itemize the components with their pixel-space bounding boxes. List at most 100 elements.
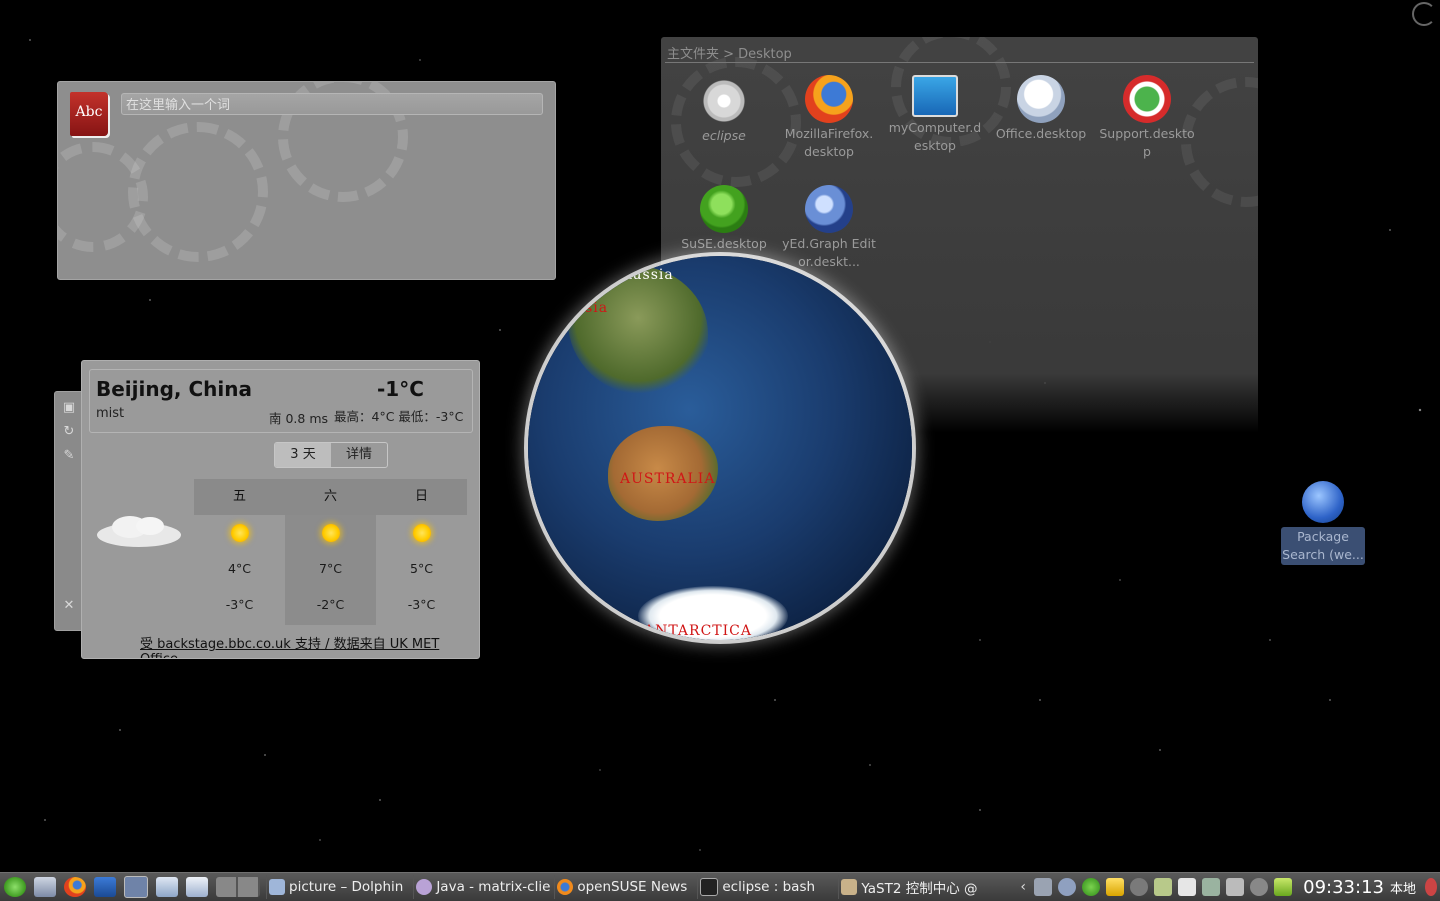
terminal-icon: [700, 878, 719, 896]
yast-icon: [841, 879, 858, 895]
gear-icon: [700, 77, 748, 125]
globe-label-australia: AUSTRALIA: [620, 471, 716, 487]
landmass-asia: [568, 266, 708, 396]
weather-credit-link[interactable]: 受 backstage.bbc.co.uk 支持 / 数据来自 UK MET O…: [140, 633, 479, 658]
forecast-table: 五 4°C -3°C 六 7°C -2°C 日 5°C -3°C: [194, 479, 468, 625]
forecast-low: -3°C: [407, 597, 436, 612]
task-eclipse-bash[interactable]: eclipse : bash: [697, 875, 834, 899]
cloud-icon: [94, 511, 184, 551]
task-opensuse-news[interactable]: openSUSE News: [554, 875, 693, 899]
kickoff-menu-icon[interactable]: [4, 877, 26, 897]
tab-3-days[interactable]: 3 天: [275, 443, 331, 467]
battery-icon[interactable]: [1274, 878, 1293, 896]
decoration: [128, 122, 268, 262]
klipper-icon[interactable]: [1154, 878, 1173, 896]
desktop-icon-office[interactable]: Office.desktop: [993, 75, 1089, 143]
clock[interactable]: 09:33:13: [1303, 877, 1384, 898]
desktop-icon-yed[interactable]: yEd.Graph Editor.deskt...: [781, 185, 877, 271]
task-label: eclipse : bash: [722, 879, 816, 895]
desktop-icon-mycomputer[interactable]: myComputer.desktop: [887, 75, 983, 155]
suse-icon: [700, 185, 748, 233]
icon-label: myComputer.desktop: [888, 120, 982, 153]
forecast-day-label: 六: [285, 479, 376, 515]
support-icon: [1123, 75, 1171, 123]
icon-label: yEd.Graph Editor.deskt...: [782, 236, 876, 269]
task-label: openSUSE News: [577, 879, 688, 895]
blank-icon[interactable]: [1178, 878, 1197, 896]
forecast-day: 六 7°C -2°C: [285, 479, 376, 625]
divider: [665, 62, 1254, 63]
forecast-day: 日 5°C -3°C: [376, 479, 467, 625]
network-manager-icon[interactable]: [1058, 878, 1077, 896]
widget-toolbox: ▣ ↻ ✎ ✕: [54, 391, 84, 631]
firefox-icon[interactable]: [64, 877, 86, 897]
updater-icon[interactable]: [1082, 878, 1101, 896]
yed-icon: [805, 185, 853, 233]
dictionary-book-icon: Abc: [70, 92, 108, 136]
task-yast[interactable]: YaST2 控制中心 @: [838, 875, 987, 899]
desktop-icon-firefox[interactable]: MozillaFirefox.desktop: [781, 75, 877, 161]
chevron-left-icon[interactable]: ‹: [1018, 878, 1028, 896]
java-icon: [416, 879, 433, 895]
pager-icon[interactable]: [216, 877, 260, 897]
sun-icon: [321, 524, 340, 542]
device-icon[interactable]: [1202, 878, 1221, 896]
desktop-icon-package-search[interactable]: Package Search (we...: [1281, 481, 1365, 571]
rpm-globe-icon: [1302, 481, 1344, 523]
volume-icon[interactable]: [1034, 878, 1053, 896]
weather-temperature: -1°C: [377, 377, 424, 401]
mail-icon[interactable]: [186, 877, 208, 897]
pointer-icon[interactable]: [124, 876, 148, 898]
weather-widget: Beijing, China -1°C mist 南 0.8 ms 最高：4°C…: [81, 360, 480, 659]
taskbar: picture – Dolphin Java - matrix-clier op…: [0, 872, 1440, 901]
dictionary-search-input[interactable]: [121, 93, 543, 115]
forecast-high: 5°C: [410, 561, 433, 576]
weather-city: Beijing, China: [96, 377, 252, 401]
task-java[interactable]: Java - matrix-clier: [413, 875, 550, 899]
sun-icon: [412, 524, 431, 542]
desktop-icon-eclipse[interactable]: eclipse: [676, 77, 772, 145]
computer-icon: [912, 75, 958, 117]
globe-label-russia: Russia: [621, 267, 674, 283]
weather-condition: mist: [96, 406, 125, 421]
rotate-icon[interactable]: ↻: [61, 424, 77, 440]
task-dolphin[interactable]: picture – Dolphin: [266, 875, 409, 899]
globe-widget[interactable]: Russia Asia AUSTRALIA ANTARCTICA: [528, 256, 912, 640]
network-icon[interactable]: [34, 877, 56, 897]
folder-icon[interactable]: [1106, 878, 1125, 896]
dictionary-widget: Abc: [57, 81, 556, 280]
icon-label: MozillaFirefox.desktop: [784, 126, 874, 159]
dolphin-icon: [269, 879, 285, 895]
office-icon: [1017, 75, 1065, 123]
forecast-high: 4°C: [228, 561, 251, 576]
weather-wind: 南 0.8 ms: [269, 411, 329, 426]
desktop-icon-support[interactable]: Support.desktop: [1099, 75, 1195, 161]
printer-icon[interactable]: [1226, 878, 1245, 896]
tab-details[interactable]: 详情: [331, 443, 387, 467]
forecast-day-label: 五: [194, 479, 285, 515]
binoculars-icon[interactable]: [1130, 878, 1149, 896]
breadcrumb[interactable]: 主文件夹 > Desktop: [667, 43, 792, 62]
cashew-icon[interactable]: [1412, 2, 1436, 26]
weather-high-low: 最高：4°C 最低：-3°C: [334, 409, 464, 424]
window-icon[interactable]: [156, 877, 178, 897]
wrench-icon[interactable]: ✎: [61, 448, 77, 464]
decoration: [58, 142, 148, 252]
desktop-icon-suse[interactable]: SuSE.desktop: [676, 185, 772, 253]
task-label: Java - matrix-clier: [436, 879, 551, 895]
icon-label: Package Search (we...: [1281, 527, 1365, 565]
close-icon[interactable]: ✕: [61, 598, 77, 614]
globe-label-asia: Asia: [574, 300, 609, 316]
icon-label: Office.desktop: [995, 126, 1087, 141]
icon-label: Support.desktop: [1099, 126, 1195, 159]
desktop-icon[interactable]: [94, 877, 116, 897]
firefox-icon: [557, 879, 574, 895]
forecast-low: -2°C: [316, 597, 345, 612]
task-label: YaST2 控制中心 @: [861, 881, 978, 897]
resize-icon[interactable]: ▣: [61, 400, 77, 416]
weather-tabs: 3 天 详情: [274, 442, 388, 468]
system-tray: ‹ 09:33:13 本地: [1015, 873, 1440, 901]
info-icon[interactable]: [1250, 878, 1269, 896]
task-label: picture – Dolphin: [289, 879, 404, 895]
logout-icon[interactable]: [1425, 878, 1437, 896]
